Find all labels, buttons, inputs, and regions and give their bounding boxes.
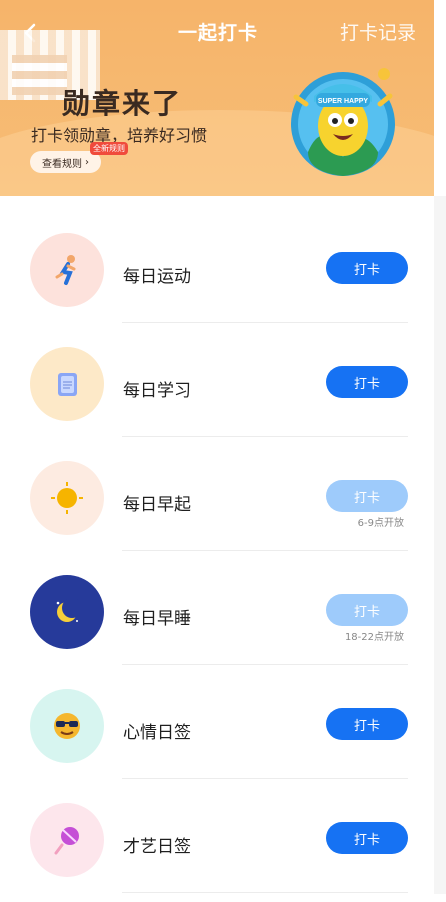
checkin-records-link[interactable]: 打卡记录 bbox=[340, 18, 416, 45]
divider bbox=[122, 892, 408, 893]
right-gutter bbox=[434, 196, 446, 894]
list-item[interactable]: 每日早睡 打卡 18-22点开放 bbox=[0, 560, 434, 674]
book-icon bbox=[58, 373, 77, 396]
list-item[interactable]: 每日运动 打卡 bbox=[0, 218, 434, 332]
checkin-label: 每日早睡 bbox=[123, 609, 191, 629]
checkin-button[interactable]: 打卡 bbox=[326, 822, 408, 854]
mascot-illustration: SUPER HAPPY bbox=[291, 68, 395, 176]
lollipop-icon bbox=[54, 827, 79, 855]
avatar bbox=[30, 803, 104, 877]
list-item[interactable]: 心情日签 打卡 bbox=[0, 674, 434, 788]
header-banner: 一起打卡 打卡记录 勋章来了 打卡领勋章，培养好习惯 查看规则 › 全新规则 S… bbox=[0, 0, 434, 196]
checkin-button[interactable]: 打卡 bbox=[326, 366, 408, 398]
sunglasses-face-icon bbox=[54, 713, 80, 739]
mascot-hat-text: SUPER HAPPY bbox=[318, 98, 369, 105]
checkin-label: 每日学习 bbox=[123, 381, 191, 401]
page-title: 一起打卡 bbox=[177, 22, 258, 44]
availability-hint: 6-9点开放 bbox=[357, 518, 404, 529]
running-person-icon bbox=[55, 255, 76, 285]
avatar bbox=[30, 575, 104, 649]
checkin-label: 每日早起 bbox=[123, 495, 191, 515]
checkin-button[interactable]: 打卡 bbox=[326, 594, 408, 626]
chevron-right-icon: › bbox=[85, 156, 89, 168]
moon-icon bbox=[56, 598, 82, 622]
divider bbox=[122, 778, 408, 779]
divider bbox=[122, 322, 408, 323]
list-item[interactable]: 每日学习 打卡 bbox=[0, 332, 434, 446]
availability-hint: 18-22点开放 bbox=[344, 632, 404, 643]
checkin-button[interactable]: 打卡 bbox=[326, 480, 408, 512]
checkin-label: 每日运动 bbox=[123, 267, 191, 287]
checkin-button[interactable]: 打卡 bbox=[326, 252, 408, 284]
avatar bbox=[30, 689, 104, 763]
view-rules-button[interactable]: 查看规则 › bbox=[30, 151, 101, 173]
banner-title: 勋章来了 bbox=[62, 87, 183, 120]
avatar bbox=[30, 233, 104, 307]
divider bbox=[122, 550, 408, 551]
avatar bbox=[30, 461, 104, 535]
sun-icon bbox=[51, 482, 83, 514]
list-item[interactable]: 才艺日签 打卡 bbox=[0, 788, 434, 902]
checkin-button[interactable]: 打卡 bbox=[326, 708, 408, 740]
divider bbox=[122, 664, 408, 665]
new-rules-badge: 全新规则 bbox=[90, 142, 128, 155]
checkin-label: 才艺日签 bbox=[123, 837, 191, 857]
checkin-label: 心情日签 bbox=[123, 723, 191, 743]
view-rules-label: 查看规则 bbox=[42, 158, 82, 170]
list-item[interactable]: 每日早起 打卡 6-9点开放 bbox=[0, 446, 434, 560]
avatar bbox=[30, 347, 104, 421]
divider bbox=[122, 436, 408, 437]
blurred-logo-detail bbox=[12, 55, 67, 95]
